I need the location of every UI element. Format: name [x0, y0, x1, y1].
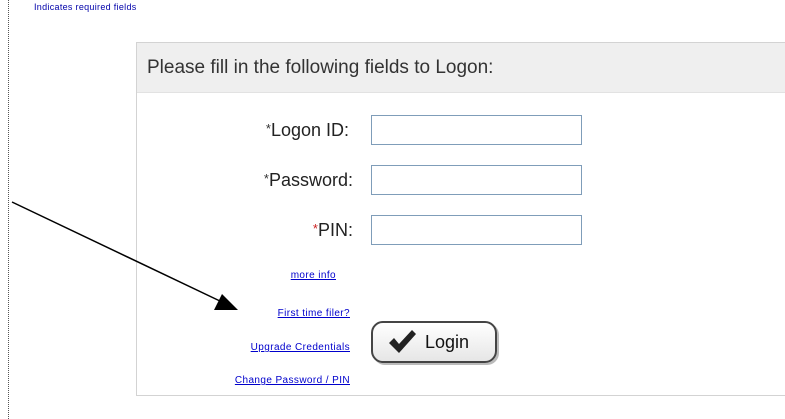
annotation-arrow-icon — [11, 201, 238, 310]
